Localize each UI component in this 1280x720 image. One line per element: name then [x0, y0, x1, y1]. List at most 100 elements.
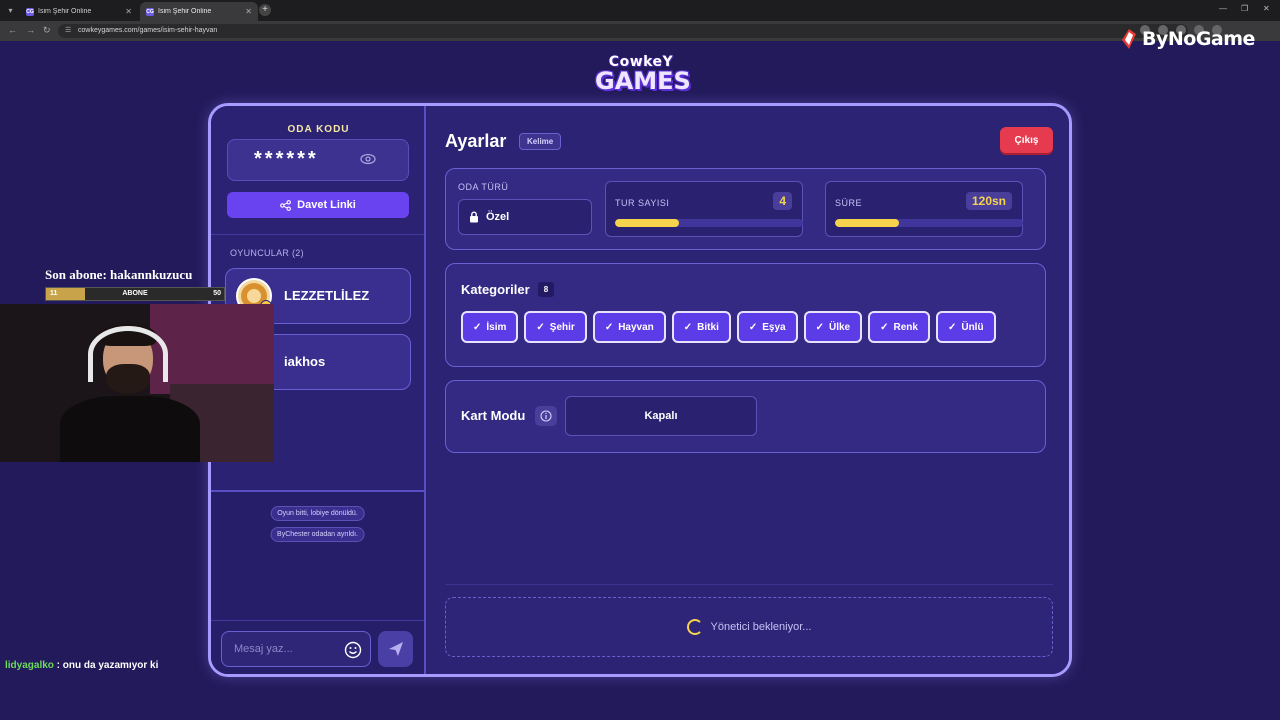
loading-spinner-icon: [686, 619, 703, 635]
send-message-button[interactable]: [378, 631, 413, 667]
checkmark-icon: ✓: [748, 321, 758, 333]
maximize-icon[interactable]: ❐: [1241, 4, 1248, 13]
tab-close-icon[interactable]: ✕: [125, 7, 132, 16]
category-label: Şehir: [549, 321, 575, 333]
headphones-icon: [88, 326, 168, 382]
webcam-background-light: [150, 304, 274, 394]
waiting-status: Yönetici bekleniyor...: [445, 597, 1053, 657]
log-message: Oyun bitti, lobiye dönüldü.: [270, 506, 365, 521]
back-icon[interactable]: ←: [8, 25, 17, 35]
category-chip-list: ✓ İsim ✓ Şehir ✓ Hayvan ✓ Bitki ✓ Eşya ✓ Ülke ✓ Renk ✓…: [461, 311, 996, 343]
bynogame-brand-text: ByNoGame: [1142, 28, 1255, 50]
card-mode-info-button[interactable]: [535, 406, 557, 426]
emoji-icon[interactable]: [344, 641, 362, 659]
category-chip[interactable]: ✓ Bitki: [671, 311, 731, 343]
close-window-icon[interactable]: ✕: [1263, 4, 1270, 13]
categories-count-badge: 8: [538, 282, 554, 297]
subscriber-goal-bar: 11 ABONE 50: [45, 287, 225, 301]
tab-close-icon[interactable]: ✕: [245, 7, 252, 16]
browser-tab-1[interactable]: CG İsim Şehir Online ✕: [20, 2, 138, 21]
minimize-icon[interactable]: —: [1219, 4, 1227, 13]
tab-title: İsim Şehir Online: [38, 8, 92, 15]
category-label: Ülke: [828, 321, 851, 333]
exit-button[interactable]: Çıkış: [1000, 127, 1053, 153]
event-log: Oyun bitti, lobiye dönüldü. ByChester od…: [211, 490, 424, 620]
footer-divider: [445, 584, 1053, 585]
time-limit-slider-fill: [835, 219, 899, 227]
room-code-box: ******: [227, 139, 409, 181]
info-icon: [540, 410, 552, 422]
lock-icon: [470, 211, 478, 223]
card-mode-toggle[interactable]: Kapalı: [565, 396, 757, 436]
checkmark-icon: ✓: [473, 321, 482, 333]
waiting-text: Yönetici bekleniyor...: [710, 621, 812, 633]
stream-chat-message: lidyagalko : onu da yazamıyor ki: [5, 660, 158, 671]
player-name: LEZZETLİLEZ: [284, 288, 370, 303]
categories-title: Kategoriler: [461, 282, 530, 297]
share-icon: [280, 199, 292, 211]
round-count-slider-fill: [615, 219, 679, 227]
category-label: Bitki: [697, 321, 719, 333]
log-message: ByChester odadan ayrıldı.: [270, 527, 365, 542]
checkmark-icon: ✓: [880, 321, 889, 333]
category-label: Renk: [893, 321, 918, 333]
card-mode-title: Kart Modu: [461, 408, 526, 423]
lion-face-shape: [247, 289, 261, 303]
room-type-label: ODA TÜRÜ: [458, 182, 509, 192]
new-tab-button[interactable]: +: [259, 4, 271, 16]
category-label: Eşya: [762, 321, 786, 333]
reload-icon[interactable]: ↻: [43, 25, 51, 36]
checkmark-icon: ✓: [536, 321, 545, 333]
cowkey-games-logo[interactable]: CowkeY GAMES: [595, 54, 691, 93]
player-name: iakhos: [284, 354, 326, 369]
chat-text: : onu da yazamıyor ki: [53, 660, 159, 671]
category-chip[interactable]: ✓ Ünlü: [935, 311, 996, 343]
settings-title: Ayarlar: [445, 131, 507, 151]
checkmark-icon: ✓: [815, 321, 824, 333]
favicon-icon: CG: [146, 7, 154, 16]
category-chip[interactable]: ✓ Renk: [868, 311, 930, 343]
room-type-value: Özel: [486, 211, 510, 223]
chat-composer: Mesaj yaz...: [211, 620, 424, 674]
round-count-value: 4: [773, 192, 792, 210]
browser-tab-2[interactable]: CG İsim Şehir Online ✕: [140, 2, 258, 21]
goal-label: ABONE: [122, 290, 148, 297]
category-label: Ünlü: [961, 321, 984, 333]
forward-icon[interactable]: →: [26, 25, 35, 35]
chat-message-input[interactable]: Mesaj yaz...: [221, 631, 371, 667]
round-count-setting[interactable]: TUR SAYISI 4: [605, 181, 803, 237]
show-code-eye-icon[interactable]: [360, 153, 376, 165]
url-field[interactable]: ☰ cowkeygames.com/games/isim-sehir-hayva…: [58, 24, 1188, 38]
subscriber-goal-overlay: Son abone: hakannkuzucu 11 ABONE 50: [45, 267, 225, 301]
time-limit-setting[interactable]: SÜRE 120sn: [825, 181, 1023, 237]
chat-username: lidyagalko: [5, 660, 54, 671]
category-chip[interactable]: ✓ Eşya: [736, 311, 798, 343]
browser-tab-bar: ▾ CG İsim Şehir Online ✕ CG İsim Şehir O…: [0, 0, 1280, 21]
streamer-webcam: [0, 304, 274, 462]
room-type-selector[interactable]: Özel: [458, 199, 592, 235]
category-chip[interactable]: ✓ İsim: [461, 311, 519, 343]
card-mode-panel: Kart Modu Kapalı: [445, 380, 1046, 453]
time-limit-slider[interactable]: [835, 219, 1023, 227]
invite-link-label: Davet Linki: [297, 199, 356, 211]
category-label: Hayvan: [618, 321, 654, 333]
chat-placeholder: Mesaj yaz...: [234, 643, 293, 655]
room-code-label: ODA KODU: [287, 124, 350, 135]
favicon-icon: CG: [26, 7, 34, 16]
categories-panel: Kategoriler 8 ✓ İsim ✓ Şehir ✓ Hayvan ✓ Bitki ✓ E…: [445, 263, 1046, 367]
category-chip[interactable]: ✓ Ülke: [803, 311, 863, 343]
tab-search-icon[interactable]: ▾: [4, 4, 17, 17]
settings-panel: Ayarlar Kelime Çıkış ODA TÜRÜ Özel TUR S…: [428, 106, 1069, 674]
round-count-slider[interactable]: [615, 219, 803, 227]
category-chip[interactable]: ✓ Şehir: [524, 311, 587, 343]
invite-link-button[interactable]: Davet Linki: [227, 192, 409, 218]
bynogame-logo-icon: [1122, 29, 1136, 49]
category-chip[interactable]: ✓ Hayvan: [592, 311, 666, 343]
last-subscriber-text: Son abone: hakannkuzucu: [45, 267, 193, 282]
game-mode-badge: Kelime: [519, 133, 562, 150]
checkmark-icon: ✓: [683, 321, 693, 333]
round-count-label: TUR SAYISI: [615, 198, 670, 208]
site-info-icon[interactable]: ☰: [65, 24, 71, 38]
url-text: cowkeygames.com/games/isim-sehir-hayvan: [78, 27, 218, 34]
sidebar-divider: [211, 234, 424, 235]
